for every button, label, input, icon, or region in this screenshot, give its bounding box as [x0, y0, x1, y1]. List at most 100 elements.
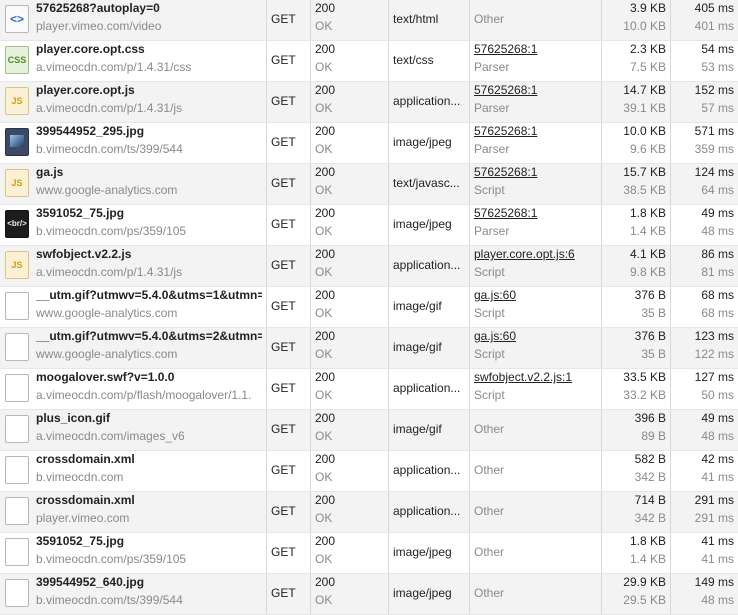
- initiator-detail: Parser: [474, 60, 510, 74]
- blank-file-icon: [5, 497, 29, 525]
- request-domain: www.google-analytics.com: [36, 183, 178, 197]
- image-thumbnail-icon: <br/>: [5, 210, 29, 238]
- request-name[interactable]: 399544952_640.jpg: [36, 575, 262, 589]
- name-cell[interactable]: moogalover.swf?v=1.0.0 a.vimeocdn.com/p/f…: [0, 369, 267, 409]
- name-cell[interactable]: CSS player.core.opt.css a.vimeocdn.com/p/1…: [0, 41, 267, 81]
- request-row[interactable]: crossdomain.xml b.vimeocdn.com GET 200 OK app…: [0, 451, 738, 492]
- initiator-link[interactable]: 57625268:1: [474, 165, 597, 179]
- time-cell: 86 ms 81 ms: [671, 246, 738, 286]
- initiator-link[interactable]: ga.js:60: [474, 329, 597, 343]
- request-row[interactable]: 3591052_75.jpg b.vimeocdn.com/ps/359/105 G…: [0, 533, 738, 574]
- name-cell[interactable]: __utm.gif?utmwv=5.4.0&utms=2&utmn= www.go…: [0, 328, 267, 368]
- name-cell[interactable]: __utm.gif?utmwv=5.4.0&utms=1&utmn= www.go…: [0, 287, 267, 327]
- transfer-size: 714 B: [634, 493, 666, 507]
- status-text: OK: [315, 19, 333, 33]
- request-name[interactable]: plus_icon.gif: [36, 411, 262, 425]
- name-cell[interactable]: JS player.core.opt.js a.vimeocdn.com/p/1.4…: [0, 82, 267, 122]
- status-cell: 200 OK: [311, 0, 389, 40]
- request-name[interactable]: moogalover.swf?v=1.0.0: [36, 370, 262, 384]
- initiator-detail: Parser: [474, 101, 510, 115]
- initiator-cell: 57625268:1 Parser: [470, 123, 602, 163]
- name-cell[interactable]: 399544952_640.jpg b.vimeocdn.com/ts/399/5…: [0, 574, 267, 614]
- initiator-link[interactable]: 57625268:1: [474, 42, 597, 56]
- request-row[interactable]: __utm.gif?utmwv=5.4.0&utms=2&utmn= www.go…: [0, 328, 738, 369]
- total-time: 123 ms: [694, 329, 734, 343]
- request-row[interactable]: JS swfobject.v2.2.js a.vimeocdn.com/p/1.4.…: [0, 246, 738, 287]
- initiator-link[interactable]: 57625268:1: [474, 83, 597, 97]
- initiator-cell: ga.js:60 Script: [470, 328, 602, 368]
- time-cell: 49 ms 48 ms: [671, 410, 738, 450]
- name-cell[interactable]: plus_icon.gif a.vimeocdn.com/images_v6: [0, 410, 267, 450]
- name-cell[interactable]: JS ga.js www.google-analytics.com: [0, 164, 267, 204]
- request-name[interactable]: __utm.gif?utmwv=5.4.0&utms=2&utmn=: [36, 329, 262, 343]
- request-domain: a.vimeocdn.com/p/flash/moogalover/1.1.: [36, 388, 252, 402]
- request-name[interactable]: player.core.opt.css: [36, 42, 262, 56]
- status-code: 200: [315, 42, 336, 56]
- request-name[interactable]: 399544952_295.jpg: [36, 124, 262, 138]
- mime-type: image/gif: [393, 340, 442, 354]
- method-cell: GET: [267, 246, 311, 286]
- latency-time: 48 ms: [701, 593, 734, 607]
- method-cell: GET: [267, 328, 311, 368]
- initiator-link[interactable]: ga.js:60: [474, 288, 597, 302]
- request-domain: a.vimeocdn.com/p/1.4.31/js: [36, 101, 183, 115]
- request-method: GET: [271, 381, 296, 395]
- name-cell[interactable]: crossdomain.xml player.vimeo.com: [0, 492, 267, 532]
- initiator-cell: ga.js:60 Script: [470, 287, 602, 327]
- initiator-link[interactable]: swfobject.v2.2.js:1: [474, 370, 597, 384]
- request-name[interactable]: player.core.opt.js: [36, 83, 262, 97]
- initiator-cell: Other: [470, 410, 602, 450]
- initiator-link[interactable]: 57625268:1: [474, 124, 597, 138]
- status-code: 200: [315, 575, 336, 589]
- mime-type: application...: [393, 504, 461, 518]
- initiator-detail: Script: [474, 183, 505, 197]
- name-cell[interactable]: 3591052_75.jpg b.vimeocdn.com/ps/359/105: [0, 533, 267, 573]
- time-cell: 124 ms 64 ms: [671, 164, 738, 204]
- name-cell[interactable]: <> 57625268?autoplay=0 player.vimeo.com/vi…: [0, 0, 267, 40]
- request-name[interactable]: __utm.gif?utmwv=5.4.0&utms=1&utmn=: [36, 288, 262, 302]
- request-name[interactable]: 3591052_75.jpg: [36, 206, 262, 220]
- request-row[interactable]: __utm.gif?utmwv=5.4.0&utms=1&utmn= www.go…: [0, 287, 738, 328]
- request-row[interactable]: moogalover.swf?v=1.0.0 a.vimeocdn.com/p/f…: [0, 369, 738, 410]
- size-cell: 376 B 35 B: [602, 328, 671, 368]
- status-cell: 200 OK: [311, 369, 389, 409]
- initiator-text: Other: [474, 504, 505, 518]
- request-row[interactable]: <> 57625268?autoplay=0 player.vimeo.com/vi…: [0, 0, 738, 41]
- status-text: OK: [315, 511, 333, 525]
- initiator-text: Other: [474, 586, 505, 600]
- initiator-detail: Parser: [474, 224, 510, 238]
- name-cell[interactable]: <br/> 3591052_75.jpg b.vimeocdn.com/ps/359…: [0, 205, 267, 245]
- request-row[interactable]: plus_icon.gif a.vimeocdn.com/images_v6 GET…: [0, 410, 738, 451]
- transfer-size: 1.8 KB: [629, 206, 666, 220]
- request-method: GET: [271, 258, 296, 272]
- request-row[interactable]: JS ga.js www.google-analytics.com GET 200 OK t…: [0, 164, 738, 205]
- status-cell: 200 OK: [311, 123, 389, 163]
- request-row[interactable]: crossdomain.xml player.vimeo.com GET 200 OK a…: [0, 492, 738, 533]
- name-cell[interactable]: crossdomain.xml b.vimeocdn.com: [0, 451, 267, 491]
- image-thumbnail-icon: [5, 128, 29, 156]
- request-row[interactable]: 399544952_295.jpg b.vimeocdn.com/ts/399/5…: [0, 123, 738, 164]
- request-name[interactable]: 57625268?autoplay=0: [36, 1, 262, 15]
- request-row[interactable]: CSS player.core.opt.css a.vimeocdn.com/p/1…: [0, 41, 738, 82]
- request-name[interactable]: swfobject.v2.2.js: [36, 247, 262, 261]
- time-cell: 405 ms 401 ms: [671, 0, 738, 40]
- status-cell: 200 OK: [311, 574, 389, 614]
- request-row[interactable]: 399544952_640.jpg b.vimeocdn.com/ts/399/5…: [0, 574, 738, 615]
- javascript-file-icon: JS: [5, 87, 29, 115]
- request-name[interactable]: 3591052_75.jpg: [36, 534, 262, 548]
- request-name[interactable]: crossdomain.xml: [36, 452, 262, 466]
- name-cell[interactable]: 399544952_295.jpg b.vimeocdn.com/ts/399/5…: [0, 123, 267, 163]
- transfer-size: 3.9 KB: [629, 1, 666, 15]
- method-cell: GET: [267, 287, 311, 327]
- content-size: 35 B: [641, 347, 666, 361]
- request-name[interactable]: ga.js: [36, 165, 262, 179]
- initiator-link[interactable]: 57625268:1: [474, 206, 597, 220]
- name-cell[interactable]: JS swfobject.v2.2.js a.vimeocdn.com/p/1.4.…: [0, 246, 267, 286]
- initiator-link[interactable]: player.core.opt.js:6: [474, 247, 597, 261]
- initiator-cell: Other: [470, 0, 602, 40]
- time-cell: 42 ms 41 ms: [671, 451, 738, 491]
- request-row[interactable]: <br/> 3591052_75.jpg b.vimeocdn.com/ps/359…: [0, 205, 738, 246]
- mime-type: text/css: [393, 53, 434, 67]
- request-name[interactable]: crossdomain.xml: [36, 493, 262, 507]
- request-row[interactable]: JS player.core.opt.js a.vimeocdn.com/p/1.4…: [0, 82, 738, 123]
